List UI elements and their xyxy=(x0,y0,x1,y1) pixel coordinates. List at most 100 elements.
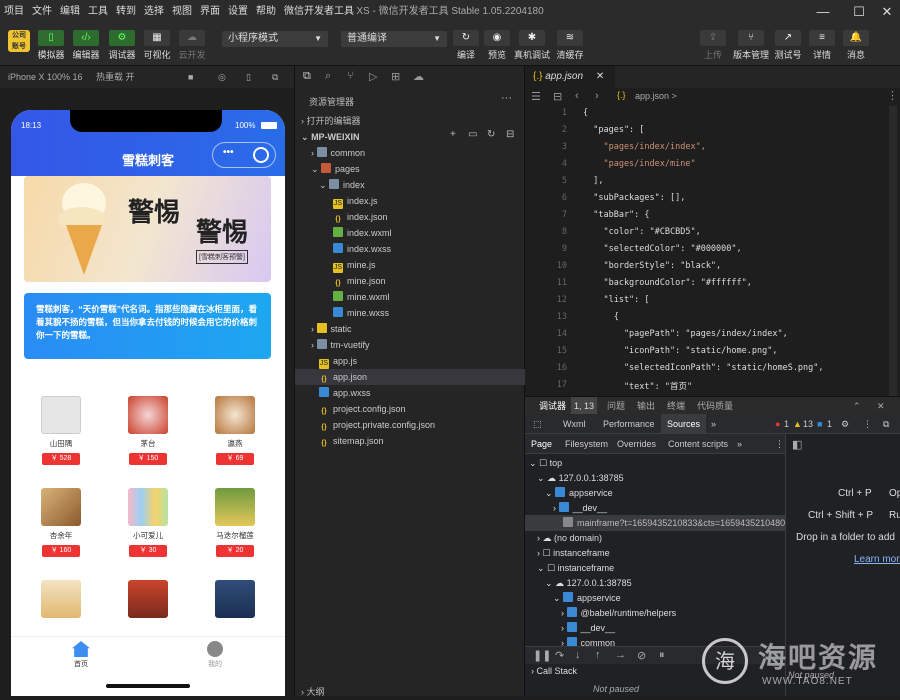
new-folder-icon[interactable]: ▭ xyxy=(468,129,477,140)
tree-node[interactable]: › @babel/runtime/helpers xyxy=(525,605,785,621)
details-button[interactable]: ≡ 详情 xyxy=(806,30,838,62)
phone-icon[interactable]: ▯ xyxy=(246,66,251,88)
product-card[interactable]: 小可爱儿 ￥ 30 xyxy=(106,488,190,574)
cloud-dev-button[interactable]: ☁ 云开发 xyxy=(176,30,208,62)
tree-node[interactable]: › ☐ instanceframe xyxy=(525,545,785,561)
simulator-button[interactable]: ▯ 模拟器 xyxy=(36,30,66,62)
tree-file[interactable]: JS mine.js xyxy=(295,257,525,273)
scrollbar[interactable] xyxy=(889,106,897,396)
clear-cache-button[interactable]: ≋ 清缓存 xyxy=(552,30,588,62)
tree-node[interactable]: ⌄ appservice xyxy=(525,590,785,606)
menu-item-select[interactable]: 选择 xyxy=(140,0,168,24)
mode-select[interactable]: 小程序模式 ▼ xyxy=(222,31,328,47)
debug-icon[interactable]: ▷ xyxy=(369,70,377,83)
search-icon[interactable]: ⌕ xyxy=(325,70,331,83)
more-icon[interactable]: ⋮ xyxy=(863,414,872,434)
tree-file-selected[interactable]: {} app.json xyxy=(295,369,525,385)
tree-file[interactable]: {} mine.json xyxy=(295,273,525,289)
tab-sources[interactable]: Sources xyxy=(661,414,707,434)
forward-icon[interactable]: › xyxy=(595,90,599,102)
gear-icon[interactable]: ⚙ xyxy=(841,414,849,434)
breadcrumb[interactable]: app.json > xyxy=(635,91,677,101)
menu-item-view[interactable]: 视图 xyxy=(168,0,196,24)
refresh-icon[interactable]: ↻ xyxy=(487,129,495,140)
tab-filesystem[interactable]: Filesystem xyxy=(565,434,608,454)
tree-folder-index[interactable]: ⌄ index xyxy=(295,177,525,193)
product-card[interactable]: 茅台 ￥ 150 xyxy=(106,396,190,482)
more-icon[interactable]: ⋮ xyxy=(775,434,784,454)
preview-button[interactable]: ◉ 预览 xyxy=(481,30,513,62)
outline-section[interactable]: › 大纲 xyxy=(295,684,525,700)
more-icon[interactable]: ••• xyxy=(223,147,234,158)
compile-button[interactable]: ↻ 编译 xyxy=(450,30,482,62)
tree-node-selected[interactable]: mainframe?t=1659435210833&cts=1659435210… xyxy=(525,515,785,531)
tree-file[interactable]: mine.wxss xyxy=(295,305,525,321)
product-card[interactable]: 山田隅 ￥ 528 xyxy=(19,396,103,482)
more-icon[interactable]: ··· xyxy=(501,92,512,104)
popout-icon[interactable]: ⧉ xyxy=(272,66,278,88)
chevron-up-icon[interactable]: ⌃ xyxy=(853,397,861,415)
real-device-debug-button[interactable]: ✱ 真机调试 xyxy=(514,30,550,62)
tab-output[interactable]: 输出 xyxy=(637,397,655,415)
tree-node[interactable]: ⌄ ☁ 127.0.0.1:38785 xyxy=(525,575,785,591)
step-into-icon[interactable]: ↓ xyxy=(575,649,581,661)
stop-icon[interactable]: ■ xyxy=(188,66,193,88)
step-over-icon[interactable]: ↷ xyxy=(555,649,564,662)
new-file-icon[interactable]: + xyxy=(450,129,456,140)
tab-content-scripts[interactable]: Content scripts xyxy=(668,434,728,454)
editor-button[interactable]: ‹/› 编辑器 xyxy=(70,30,102,62)
test-account-button[interactable]: ↗ 测试号 xyxy=(772,30,804,62)
menu-item-settings[interactable]: 设置 xyxy=(224,0,252,24)
tab-code-quality[interactable]: 代码质量 xyxy=(697,397,733,415)
collapse-icon[interactable]: ⊟ xyxy=(506,129,514,140)
more-icon[interactable]: ⋮ xyxy=(887,89,898,102)
close-icon[interactable]: ✕ xyxy=(872,0,900,24)
tree-node[interactable]: › ☁ (no domain) xyxy=(525,530,785,546)
tree-node[interactable]: ⌄ ☐ top xyxy=(525,455,785,471)
tree-node[interactable]: ⌄ ☁ 127.0.0.1:38785 xyxy=(525,470,785,486)
messages-button[interactable]: 🔔 消息 xyxy=(840,30,872,62)
close-icon[interactable]: ✕ xyxy=(877,397,885,415)
tree-file[interactable]: {} project.config.json xyxy=(295,401,525,417)
tree-file[interactable]: JS index.js xyxy=(295,193,525,209)
visual-button[interactable]: ▦ 可视化 xyxy=(141,30,173,62)
close-tab-icon[interactable]: ✕ xyxy=(596,71,604,82)
tree-node[interactable]: ⌄ ☐ instanceframe xyxy=(525,560,785,576)
tree-folder-common[interactable]: › common xyxy=(295,145,525,161)
extensions-icon[interactable]: ⊞ xyxy=(391,70,400,83)
files-icon[interactable]: ⧉ xyxy=(303,70,311,83)
debugger-button[interactable]: ⚙ 调试器 xyxy=(106,30,138,62)
menu-item-project[interactable]: 项目 xyxy=(0,0,28,24)
step-icon[interactable]: → xyxy=(615,649,626,661)
inspect-icon[interactable]: ⬚ xyxy=(533,414,542,434)
tree-node[interactable]: › __dev__ xyxy=(525,500,785,516)
hot-reload-toggle[interactable]: 热重载 开 xyxy=(96,66,135,88)
tab-home[interactable]: 首页 xyxy=(61,641,101,669)
tree-file[interactable]: {} sitemap.json xyxy=(295,433,525,449)
list-icon[interactable]: ☰ xyxy=(531,90,541,103)
product-card[interactable]: 杏余年 ￥ 160 xyxy=(19,488,103,574)
compile-select[interactable]: 普通编译 ▼ xyxy=(341,31,447,47)
cloud-icon[interactable]: ☁ xyxy=(413,70,424,83)
minimize-icon[interactable]: — xyxy=(808,0,838,24)
tree-file[interactable]: mine.wxml xyxy=(295,289,525,305)
tree-file[interactable]: app.wxss xyxy=(295,385,525,401)
tree-folder-tm-vuetify[interactable]: › tm-vuetify xyxy=(295,337,525,353)
tab-counter[interactable]: 1, 13 xyxy=(571,397,598,415)
device-select[interactable]: iPhone X 100% 16 xyxy=(8,66,83,88)
product-card[interactable]: 瀛燕 ￥ 69 xyxy=(193,396,277,482)
close-miniprogram-icon[interactable] xyxy=(253,147,269,163)
tree-file[interactable]: JS app.js xyxy=(295,353,525,369)
tab-overrides[interactable]: Overrides xyxy=(617,434,656,454)
menu-item-help[interactable]: 帮助 xyxy=(252,0,280,24)
avatar[interactable]: 公司 账号 xyxy=(8,30,30,52)
menu-item-edit[interactable]: 编辑 xyxy=(56,0,84,24)
chevron-right-icon[interactable]: » xyxy=(711,414,716,434)
menu-item-interface[interactable]: 界面 xyxy=(196,0,224,24)
tab-page[interactable]: Page xyxy=(531,434,553,456)
pause-on-exceptions-icon[interactable]: ⏸ xyxy=(659,649,665,662)
bookmark-icon[interactable]: ⊟ xyxy=(553,90,562,103)
chevron-right-icon[interactable]: » xyxy=(737,434,742,454)
product-card[interactable]: 马迭尔榴莲 ￥ 20 xyxy=(193,488,277,574)
tab-terminal[interactable]: 终端 xyxy=(667,397,685,415)
